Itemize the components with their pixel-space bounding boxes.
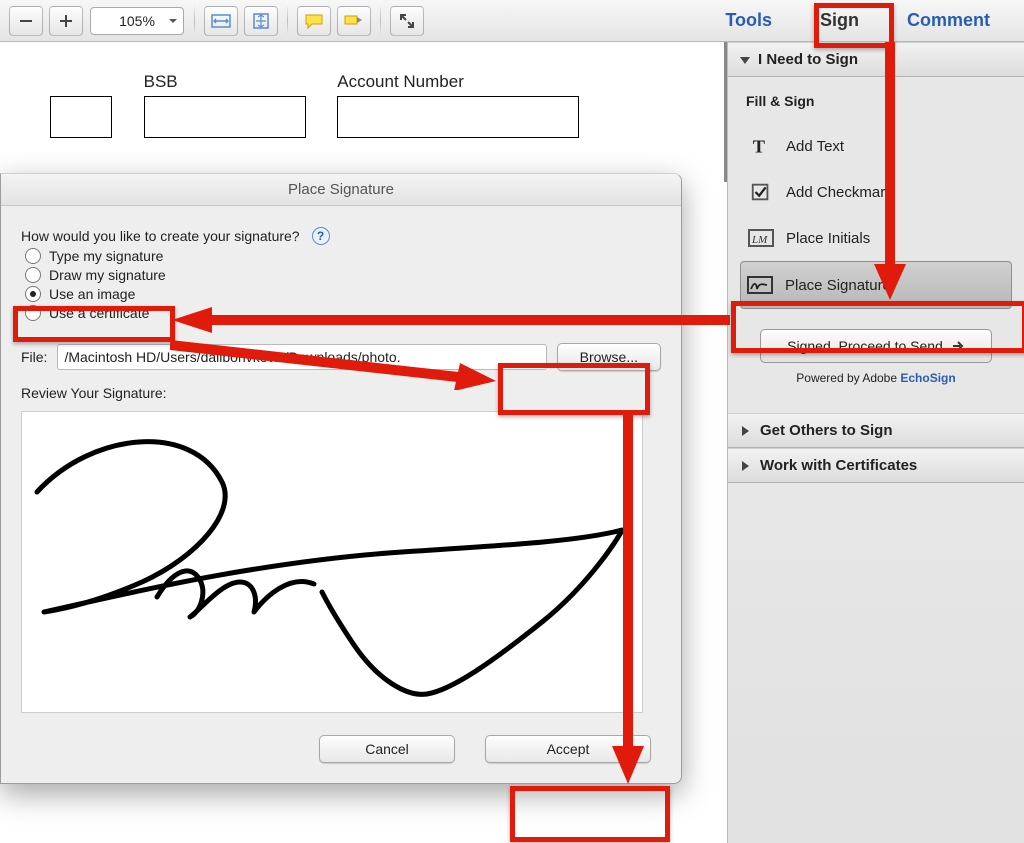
fit-page-button[interactable] <box>244 6 278 36</box>
radio-icon <box>25 305 41 321</box>
fill-sign-subhead: Fill & Sign <box>746 93 1006 109</box>
toolbar-separator <box>380 7 381 35</box>
signature-image <box>22 412 642 712</box>
top-tab-bar: Tools Sign Comment <box>713 4 1018 37</box>
sign-tab[interactable]: Sign <box>808 4 871 37</box>
get-others-header[interactable]: Get Others to Sign <box>728 413 1024 448</box>
place-signature-dialog: Place Signature How would you like to cr… <box>0 173 682 784</box>
svg-text:T: T <box>753 136 765 156</box>
main-toolbar: 105% Tools Sign Comment <box>0 0 1024 42</box>
form-cell-blank <box>50 72 112 138</box>
section-title: Work with Certificates <box>760 457 917 474</box>
checkbox-icon <box>748 181 774 203</box>
cancel-button[interactable]: Cancel <box>319 735 455 763</box>
initials-icon: LM <box>748 227 774 249</box>
field-label: Account Number <box>337 72 579 92</box>
file-label: File: <box>21 349 47 365</box>
dialog-prompt: How would you like to create your signat… <box>21 227 661 245</box>
work-with-certificates-header[interactable]: Work with Certificates <box>728 448 1024 483</box>
field-label: BSB <box>144 72 306 92</box>
section-title: Get Others to Sign <box>760 422 893 439</box>
proceed-to-send-button[interactable]: Signed. Proceed to Send <box>760 329 992 363</box>
item-label: Add Checkmark <box>786 184 893 201</box>
chevron-right-icon <box>742 461 754 471</box>
form-region: BSB Account Number <box>0 42 727 182</box>
arrow-right-icon <box>951 339 965 353</box>
minus-icon <box>18 13 34 29</box>
signature-icon <box>747 274 773 296</box>
accept-button[interactable]: Accept <box>485 735 651 763</box>
powered-by-text: Powered by Adobe EchoSign <box>742 371 1010 385</box>
zoom-in-button[interactable] <box>49 6 83 36</box>
option-type-signature[interactable]: Type my signature <box>25 248 661 264</box>
svg-text:LM: LM <box>751 234 768 246</box>
account-field-box[interactable] <box>337 96 579 138</box>
radio-icon <box>25 267 41 283</box>
item-label: Add Text <box>786 138 844 155</box>
item-label: Place Signature <box>785 277 891 294</box>
signature-preview <box>21 411 643 713</box>
zoom-out-button[interactable] <box>9 6 43 36</box>
need-to-sign-header[interactable]: I Need to Sign <box>728 42 1024 77</box>
expand-arrows-icon <box>399 13 415 29</box>
highlighter-icon <box>344 13 364 29</box>
tools-tab[interactable]: Tools <box>713 4 784 37</box>
option-label: Type my signature <box>49 248 163 264</box>
comment-bubble-button[interactable] <box>297 6 331 36</box>
help-icon[interactable]: ? <box>312 227 330 245</box>
chevron-right-icon <box>742 426 754 436</box>
echosign-link[interactable]: EchoSign <box>900 371 955 385</box>
option-use-image[interactable]: Use an image <box>25 286 661 302</box>
radio-icon <box>25 248 41 264</box>
dialog-title: Place Signature <box>1 174 681 206</box>
place-signature-item[interactable]: Place Signature <box>740 261 1012 309</box>
comment-tab[interactable]: Comment <box>895 4 1002 37</box>
option-label: Use a certificate <box>49 305 149 321</box>
fit-page-icon <box>253 13 269 29</box>
speech-bubble-icon <box>304 13 324 29</box>
file-path-field[interactable]: /Macintosh HD/Users/daliborivkovic/Downl… <box>57 344 546 370</box>
option-label: Use an image <box>49 286 135 302</box>
form-cell-account: Account Number <box>337 72 579 138</box>
fullscreen-button[interactable] <box>390 6 424 36</box>
highlight-button[interactable] <box>337 6 371 36</box>
add-text-item[interactable]: T Add Text <box>742 123 1010 169</box>
zoom-level-field[interactable]: 105% <box>90 7 184 35</box>
section-title: I Need to Sign <box>758 51 858 68</box>
sign-panel: I Need to Sign Fill & Sign T Add Text Ad… <box>727 42 1024 843</box>
toolbar-separator <box>194 7 195 35</box>
fill-sign-body: Fill & Sign T Add Text Add Checkmark LM … <box>728 77 1024 413</box>
review-label: Review Your Signature: <box>21 385 661 401</box>
add-checkmark-item[interactable]: Add Checkmark <box>742 169 1010 215</box>
form-cell-bsb: BSB <box>144 72 306 138</box>
bsb-field-box[interactable] <box>144 96 306 138</box>
button-label: Signed. Proceed to Send <box>787 338 943 354</box>
fit-width-icon <box>211 14 231 28</box>
text-t-icon: T <box>748 135 774 157</box>
chevron-down-icon <box>740 57 750 69</box>
toolbar-separator <box>287 7 288 35</box>
radio-checked-icon <box>25 286 41 302</box>
fit-width-button[interactable] <box>204 6 238 36</box>
place-initials-item[interactable]: LM Place Initials <box>742 215 1010 261</box>
plus-icon <box>58 13 74 29</box>
option-draw-signature[interactable]: Draw my signature <box>25 267 661 283</box>
item-label: Place Initials <box>786 230 870 247</box>
browse-button[interactable]: Browse... <box>557 343 661 371</box>
option-use-certificate[interactable]: Use a certificate <box>25 305 661 321</box>
option-label: Draw my signature <box>49 267 166 283</box>
